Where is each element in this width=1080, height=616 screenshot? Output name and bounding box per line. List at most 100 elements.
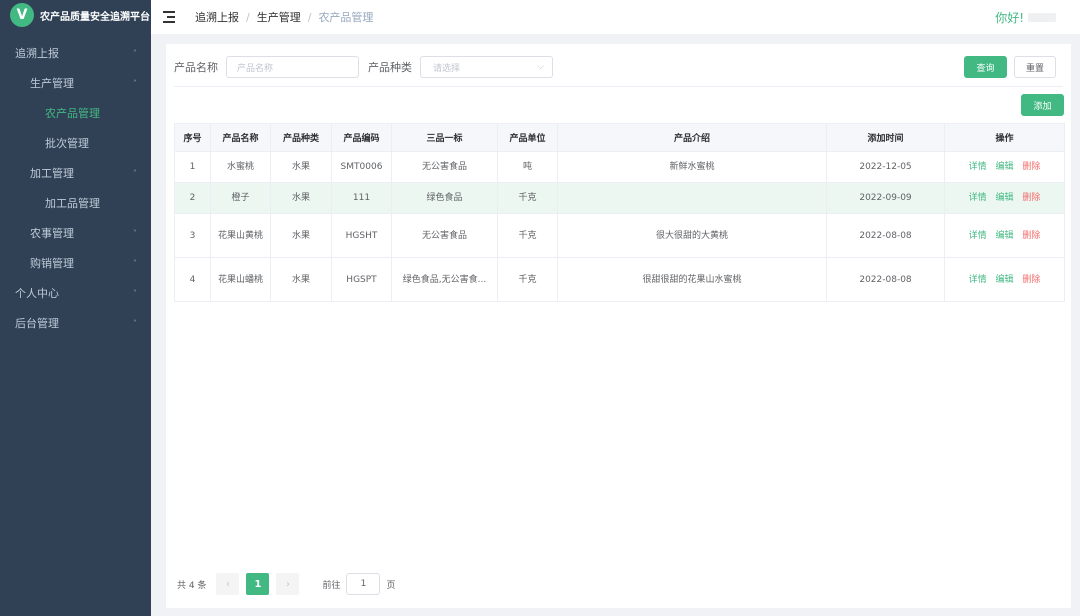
prev-page-button[interactable]: ‹ xyxy=(216,573,240,595)
cell-index: 4 xyxy=(174,257,211,302)
goto-label: 前往 xyxy=(322,580,341,591)
logo[interactable]: V 农产品质量安全追溯平台 xyxy=(0,0,151,30)
cell-cert: 绿色食品,无公害食... xyxy=(391,257,498,302)
column-header: 三品一标 xyxy=(391,123,498,152)
sidebar-item-trace-report[interactable]: 追溯上报 ˄ xyxy=(0,38,151,68)
goto-page-input[interactable]: 1 xyxy=(346,573,381,595)
add-button[interactable]: 添加 xyxy=(1021,94,1064,116)
product-type-select[interactable]: 请选择 ⌵ xyxy=(420,56,553,78)
product-table: 序号 产品名称 产品种类 产品编码 三品一标 产品单位 产品介绍 添加时间 操作… xyxy=(174,123,1065,302)
divider xyxy=(174,86,1063,87)
detail-link[interactable]: 详情 xyxy=(969,231,987,241)
cell-actions: 详情 编辑 删除 xyxy=(944,151,1065,183)
sidebar-item-personal-center[interactable]: 个人中心 ˅ xyxy=(0,278,151,308)
main-content: 产品名称 产品名称 产品种类 请选择 ⌵ 查询 重置 添加 序号 产品名称 产品… xyxy=(166,44,1071,608)
table-row[interactable]: 3 花果山黄桃 水果 HGSHT 无公害食品 千克 很大很甜的大黄桃 2022-… xyxy=(174,213,1065,258)
cell-intro: 很大很甜的大黄桃 xyxy=(557,213,827,258)
reset-button[interactable]: 重置 xyxy=(1014,56,1056,78)
cell-time: 2022-08-08 xyxy=(826,257,945,302)
top-header: 追溯上报 / 生产管理 / 农产品管理 你好! xyxy=(151,0,1080,34)
sidebar-item-label: 追溯上报 xyxy=(15,47,59,60)
delete-link[interactable]: 删除 xyxy=(1022,162,1040,172)
chevron-down-icon: ˅ xyxy=(133,318,137,328)
cell-code: SMT0006 xyxy=(331,151,392,183)
edit-link[interactable]: 编辑 xyxy=(995,193,1013,203)
table-row[interactable]: 2 橙子 水果 111 绿色食品 千克 2022-09-09 详情 编辑 删除 xyxy=(174,182,1065,214)
cell-name: 花果山黄桃 xyxy=(210,213,271,258)
detail-link[interactable]: 详情 xyxy=(969,193,987,203)
detail-link[interactable]: 详情 xyxy=(969,275,987,285)
page-number-button[interactable]: 1 xyxy=(246,573,270,595)
sidebar-item-label: 批次管理 xyxy=(45,137,89,150)
delete-link[interactable]: 删除 xyxy=(1022,231,1040,241)
sidebar-item-sales[interactable]: 购销管理 ˅ xyxy=(0,248,151,278)
cell-unit: 千克 xyxy=(497,182,558,214)
sidebar-item-batch-management[interactable]: 批次管理 xyxy=(0,128,151,158)
chevron-up-icon: ˄ xyxy=(133,168,137,178)
column-header: 产品种类 xyxy=(270,123,332,152)
cell-type: 水果 xyxy=(270,151,332,183)
table-row[interactable]: 4 花果山蟠桃 水果 HGSPT 绿色食品,无公害食... 千克 很甜很甜的花果… xyxy=(174,257,1065,302)
sidebar-item-processed-product[interactable]: 加工品管理 xyxy=(0,188,151,218)
cell-index: 1 xyxy=(174,151,211,183)
user-greeting[interactable]: 你好! xyxy=(995,9,1056,26)
sidebar-item-admin[interactable]: 后台管理 ˅ xyxy=(0,308,151,338)
table-row[interactable]: 1 水蜜桃 水果 SMT0006 无公害食品 吨 新鲜水蜜桃 2022-12-0… xyxy=(174,151,1065,183)
cell-actions: 详情 编辑 删除 xyxy=(944,213,1065,258)
column-header: 产品单位 xyxy=(497,123,558,152)
detail-link[interactable]: 详情 xyxy=(969,162,987,172)
cell-cert: 绿色食品 xyxy=(391,182,498,214)
next-page-button[interactable]: › xyxy=(276,573,300,595)
edit-link[interactable]: 编辑 xyxy=(995,231,1013,241)
column-header: 操作 xyxy=(944,123,1065,152)
sidebar: V 农产品质量安全追溯平台 追溯上报 ˄ 生产管理 ˄ 农产品管理 批次管理 加… xyxy=(0,0,151,616)
cell-name: 花果山蟠桃 xyxy=(210,257,271,302)
cell-intro: 很甜很甜的花果山水蜜桃 xyxy=(557,257,827,302)
product-name-input[interactable]: 产品名称 xyxy=(226,56,359,78)
chevron-down-icon: ⌵ xyxy=(537,62,544,72)
username-redacted xyxy=(1028,13,1056,22)
sidebar-menu: 追溯上报 ˄ 生产管理 ˄ 农产品管理 批次管理 加工管理 ˄ 加工品管理 农事… xyxy=(0,38,151,338)
edit-link[interactable]: 编辑 xyxy=(995,162,1013,172)
cell-cert: 无公害食品 xyxy=(391,213,498,258)
cell-type: 水果 xyxy=(270,182,332,214)
sidebar-item-label: 农事管理 xyxy=(30,227,74,240)
cell-unit: 千克 xyxy=(497,257,558,302)
cell-time: 2022-08-08 xyxy=(826,213,945,258)
delete-link[interactable]: 删除 xyxy=(1022,275,1040,285)
breadcrumb-item-current: 农产品管理 xyxy=(318,11,374,24)
delete-link[interactable]: 删除 xyxy=(1022,193,1040,203)
product-name-label: 产品名称 xyxy=(174,61,218,74)
sidebar-item-product-management[interactable]: 农产品管理 xyxy=(0,98,151,128)
page-suffix: 页 xyxy=(386,580,396,591)
cell-type: 水果 xyxy=(270,257,332,302)
sidebar-item-label: 农产品管理 xyxy=(45,107,100,120)
chevron-down-icon: ˅ xyxy=(133,288,137,298)
cell-actions: 详情 编辑 删除 xyxy=(944,182,1065,214)
column-header: 添加时间 xyxy=(826,123,945,152)
cell-time: 2022-09-09 xyxy=(826,182,945,214)
breadcrumb-item[interactable]: 追溯上报 xyxy=(195,9,239,25)
chevron-up-icon: ˄ xyxy=(133,48,137,58)
product-type-label: 产品种类 xyxy=(368,61,412,74)
sidebar-item-farming[interactable]: 农事管理 ˅ xyxy=(0,218,151,248)
sidebar-item-label: 个人中心 xyxy=(15,287,59,300)
query-button[interactable]: 查询 xyxy=(964,56,1007,78)
sidebar-item-production[interactable]: 生产管理 ˄ xyxy=(0,68,151,98)
menu-fold-icon[interactable] xyxy=(163,11,177,23)
column-header: 产品名称 xyxy=(210,123,271,152)
greeting-text: 你好! xyxy=(995,11,1024,25)
column-header: 产品介绍 xyxy=(557,123,827,152)
breadcrumb-separator: / xyxy=(307,10,312,24)
cell-code: 111 xyxy=(331,182,392,214)
breadcrumb-item[interactable]: 生产管理 xyxy=(257,9,301,25)
pagination-total: 共 4 条 xyxy=(177,580,207,591)
edit-link[interactable]: 编辑 xyxy=(995,275,1013,285)
cell-code: HGSPT xyxy=(331,257,392,302)
table-header-row: 序号 产品名称 产品种类 产品编码 三品一标 产品单位 产品介绍 添加时间 操作 xyxy=(174,123,1065,152)
sidebar-item-processing[interactable]: 加工管理 ˄ xyxy=(0,158,151,188)
cell-intro: 新鲜水蜜桃 xyxy=(557,151,827,183)
chevron-down-icon: ˅ xyxy=(133,228,137,238)
chevron-up-icon: ˄ xyxy=(133,78,137,88)
cell-code: HGSHT xyxy=(331,213,392,258)
